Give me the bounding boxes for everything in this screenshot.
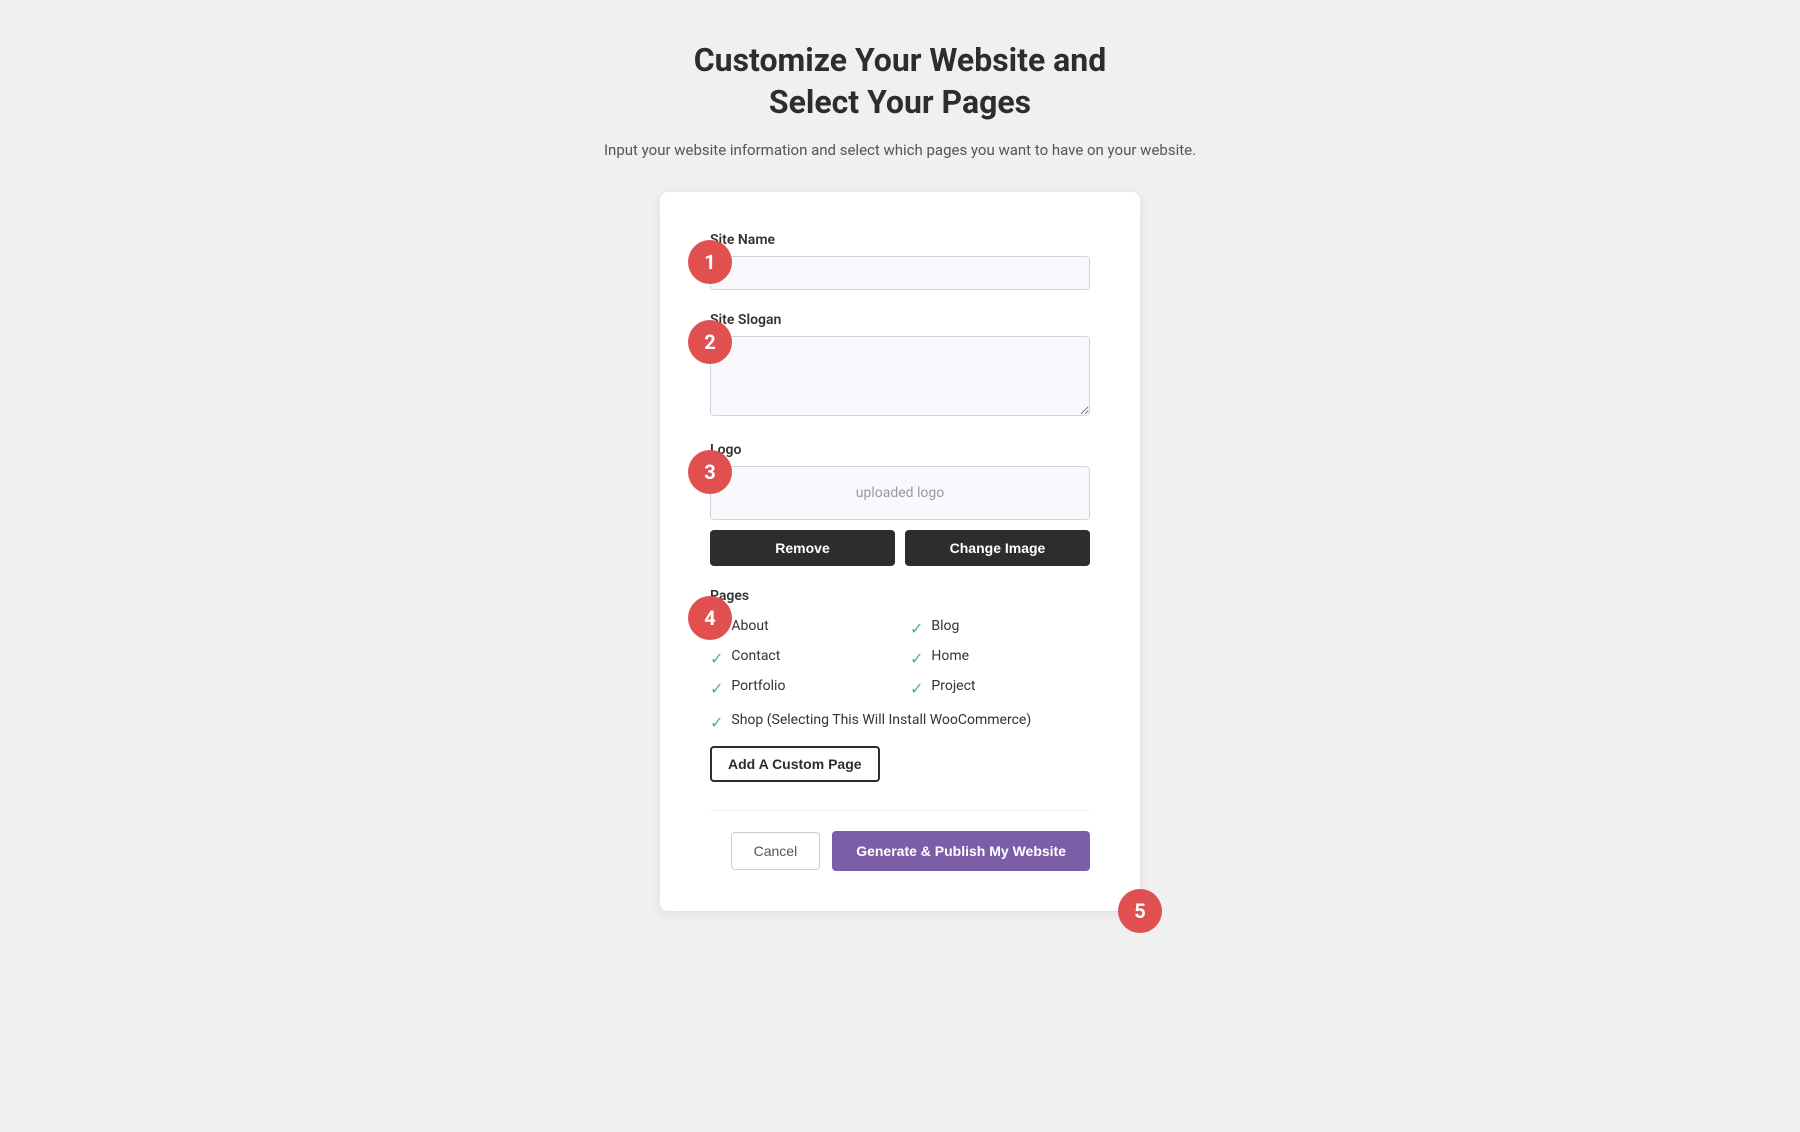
check-icon: ✓ [910, 619, 923, 638]
page-shop-label: Shop (Selecting This Will Install WooCom… [731, 712, 1031, 728]
check-icon: ✓ [910, 679, 923, 698]
list-item[interactable]: ✓ Blog [910, 618, 1090, 638]
list-item[interactable]: ✓ Portfolio [710, 678, 890, 698]
step-2-badge: 2 [688, 320, 732, 364]
list-item[interactable]: ✓ Project [910, 678, 1090, 698]
page-subtitle: Input your website information and selec… [604, 139, 1196, 162]
pages-section: 4 Pages ✓ About ✓ Blog ✓ Contact ✓ [710, 588, 1090, 782]
site-slogan-label: Site Slogan [710, 312, 1090, 328]
logo-preview-text: uploaded logo [856, 485, 945, 501]
page-contact-label: Contact [731, 648, 780, 664]
page-portfolio-label: Portfolio [731, 678, 785, 694]
step-3-badge: 3 [688, 450, 732, 494]
check-icon: ✓ [710, 679, 723, 698]
check-icon: ✓ [710, 713, 723, 732]
site-slogan-section: 2 Site Slogan [710, 312, 1090, 420]
page-blog-label: Blog [931, 618, 959, 634]
list-item[interactable]: ✓ Shop (Selecting This Will Install WooC… [710, 712, 1090, 732]
logo-buttons: Remove Change Image [710, 530, 1090, 566]
step-1-badge: 1 [688, 240, 732, 284]
check-icon: ✓ [710, 649, 723, 668]
logo-preview: uploaded logo [710, 466, 1090, 520]
form-card: 1 Site Name 2 Site Slogan 3 Logo uploade… [660, 192, 1140, 911]
cancel-button[interactable]: Cancel [731, 832, 821, 870]
page-home-label: Home [931, 648, 969, 664]
pages-grid: ✓ About ✓ Blog ✓ Contact ✓ Home ✓ [710, 618, 1090, 698]
site-slogan-input[interactable] [710, 336, 1090, 416]
pages-label: Pages [710, 588, 1090, 604]
form-outer-wrapper: 1 Site Name 2 Site Slogan 3 Logo uploade… [660, 192, 1140, 911]
site-name-label: Site Name [710, 232, 1090, 248]
add-custom-page-button[interactable]: Add A Custom Page [710, 746, 880, 782]
site-name-section: 1 Site Name [710, 232, 1090, 290]
step-5-badge: 5 [1118, 889, 1162, 933]
list-item[interactable]: ✓ Contact [710, 648, 890, 668]
page-title: Customize Your Website and Select Your P… [604, 40, 1196, 123]
check-icon: ✓ [910, 649, 923, 668]
remove-button[interactable]: Remove [710, 530, 895, 566]
page-project-label: Project [931, 678, 975, 694]
change-image-button[interactable]: Change Image [905, 530, 1090, 566]
page-header: Customize Your Website and Select Your P… [604, 40, 1196, 162]
logo-label: Logo [710, 442, 1090, 458]
list-item[interactable]: ✓ About [710, 618, 890, 638]
generate-publish-button[interactable]: Generate & Publish My Website [832, 831, 1090, 871]
site-name-input[interactable] [710, 256, 1090, 290]
logo-section: 3 Logo uploaded logo Remove Change Image [710, 442, 1090, 566]
page-about-label: About [731, 618, 768, 634]
step-4-badge: 4 [688, 596, 732, 640]
form-footer: Cancel Generate & Publish My Website [710, 810, 1090, 871]
list-item[interactable]: ✓ Home [910, 648, 1090, 668]
